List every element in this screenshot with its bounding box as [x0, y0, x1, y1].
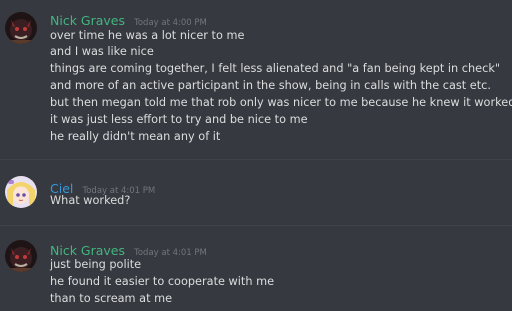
- message-line: he really didn't mean any of it: [50, 130, 221, 143]
- message-line: than to scream at me: [50, 292, 173, 305]
- author-name[interactable]: Nick Graves: [50, 243, 125, 258]
- message-line: but then megan told me that rob only was…: [50, 96, 512, 109]
- blonde-anime-girl-avatar-icon[interactable]: [5, 176, 37, 208]
- message-line: over time he was a lot nicer to me: [50, 29, 245, 42]
- message-timestamp: Today at 4:01 PM: [134, 248, 207, 258]
- message-divider: [0, 159, 512, 160]
- dark-horned-character-avatar-icon[interactable]: [5, 12, 37, 44]
- message-line: and more of an active participant in the…: [50, 79, 491, 92]
- message-line: it was just less effort to try and be ni…: [50, 113, 308, 126]
- message-line: things are coming together, I felt less …: [50, 62, 501, 75]
- message-line: just being polite: [50, 258, 142, 271]
- message-timestamp: Today at 4:00 PM: [134, 18, 207, 28]
- author-name[interactable]: Nick Graves: [50, 13, 125, 28]
- message-header: Nick Graves Today at 4:00 PM: [50, 10, 207, 28]
- message-line: What worked?: [50, 194, 131, 207]
- message-line: and I was like nice: [50, 45, 154, 58]
- message-divider: [0, 225, 512, 226]
- message-header: Ciel Today at 4:01 PM: [50, 178, 155, 196]
- message-line: he found it easier to cooperate with me: [50, 275, 275, 288]
- dark-horned-character-avatar-icon[interactable]: [5, 240, 37, 272]
- message-header: Nick Graves Today at 4:01 PM: [50, 240, 207, 258]
